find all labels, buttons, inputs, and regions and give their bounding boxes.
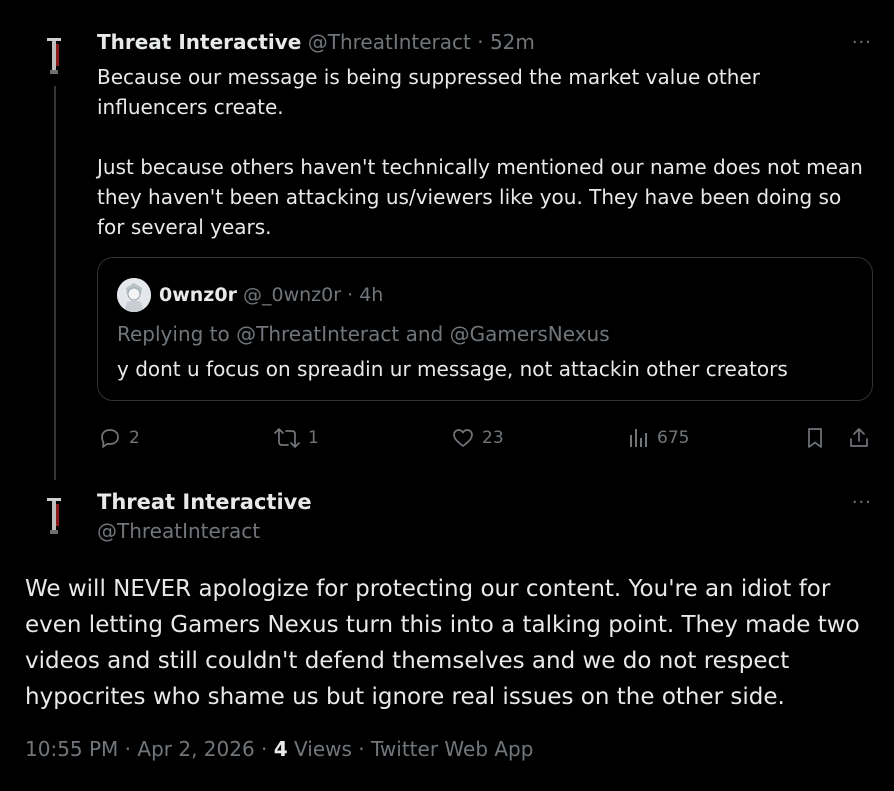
more-options-icon[interactable]: ··· [852, 34, 872, 52]
analytics-bar-icon [630, 429, 647, 447]
retweet-button[interactable]: 1 [272, 423, 319, 453]
replying-to-label: Replying to [117, 322, 230, 346]
replying-to-line: Replying to @ThreatInteract and @GamersN… [117, 322, 610, 346]
quoted-tweet-text: y dont u focus on spreadin ur message, n… [117, 357, 788, 381]
twitter-thread: ··· Threat Interactive @ThreatInteract ·… [0, 0, 894, 791]
separator-dot: · [261, 737, 268, 761]
tweet-date[interactable]: Apr 2, 2026 [137, 737, 254, 761]
separator-dot: · [358, 737, 365, 761]
views-count: 675 [657, 428, 690, 448]
replying-to-user-2[interactable]: @GamersNexus [450, 322, 610, 346]
views-button[interactable]: 675 [627, 423, 689, 453]
quoted-tweet-card[interactable]: 0wnz0r @_0wnz0r · 4h Replying to @Threat… [97, 257, 873, 401]
tweet-header: Threat Interactive @ThreatInteract · 52m [97, 30, 535, 54]
author-handle[interactable]: @ThreatInteract [308, 30, 471, 54]
reply-icon [101, 429, 119, 448]
tweet-action-bar: 2 1 23 675 [97, 423, 877, 453]
tweet-source[interactable]: Twitter Web App [371, 737, 533, 761]
quoted-tweet-time[interactable]: 4h [359, 284, 383, 306]
separator-dot: · [124, 737, 132, 761]
replying-to-user-1[interactable]: @ThreatInteract [236, 322, 399, 346]
like-button[interactable]: 23 [450, 423, 504, 453]
share-button[interactable] [847, 423, 871, 453]
quoted-tweet-header: 0wnz0r @_0wnz0r · 4h [159, 284, 383, 306]
bookmark-button[interactable] [803, 423, 827, 453]
tweet-text: We will NEVER apologize for protecting o… [25, 576, 860, 710]
thread-connector-line [54, 86, 56, 480]
author-handle[interactable]: @ThreatInteract [97, 519, 260, 543]
retweet-count: 1 [308, 428, 319, 448]
author-name[interactable]: Threat Interactive [97, 490, 312, 514]
quoted-author-handle[interactable]: @_0wnz0r [243, 284, 341, 306]
author-avatar[interactable] [30, 496, 78, 544]
separator-dot: · [477, 30, 484, 54]
author-avatar[interactable] [30, 36, 78, 84]
quoted-author-name[interactable]: 0wnz0r [159, 284, 237, 306]
views-count: 4 [273, 737, 288, 761]
tweet-time[interactable]: 52m [490, 30, 535, 54]
views-label: Views [294, 737, 352, 761]
like-count: 23 [482, 428, 504, 448]
separator-dot: · [347, 284, 354, 306]
author-name[interactable]: Threat Interactive [97, 30, 301, 54]
bookmark-icon [808, 428, 822, 448]
threat-interactive-logo-icon [47, 38, 61, 74]
retweet-icon [274, 428, 300, 448]
more-options-icon[interactable]: ··· [852, 494, 872, 512]
replying-to-and: and [405, 322, 444, 346]
tweet-time[interactable]: 10:55 PM [25, 737, 118, 761]
threat-interactive-logo-icon [47, 498, 61, 534]
tweet-text: Because our message is being suppressed … [97, 65, 863, 239]
tweet-metadata: 10:55 PM · Apr 2, 2026 · 4 Views · Twitt… [25, 737, 533, 761]
share-icon [850, 428, 868, 447]
anime-avatar-icon [117, 278, 151, 312]
reply-button[interactable]: 2 [97, 423, 140, 453]
reply-count: 2 [129, 428, 140, 448]
quoted-author-avatar[interactable] [117, 278, 151, 312]
heart-icon [453, 429, 473, 447]
